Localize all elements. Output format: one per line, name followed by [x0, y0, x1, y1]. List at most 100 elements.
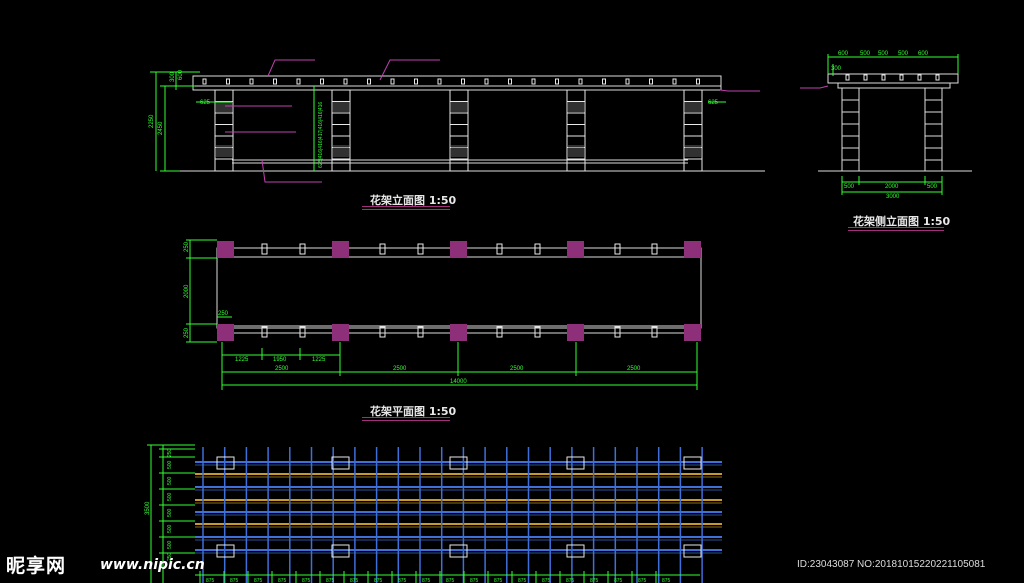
front-rafter-ends	[202, 78, 700, 85]
roof-bottom-dim-label: 875	[470, 578, 479, 583]
front-dim-625: 625	[200, 100, 211, 106]
side-top-dim-4: 500	[898, 51, 909, 57]
front-dim-2250: 2250	[149, 114, 155, 128]
roof-bottom-dim-label: 875	[254, 578, 263, 583]
side-bottom-total: 3000	[886, 194, 900, 200]
roof-left-dim-label: 500	[167, 524, 173, 533]
plan-rafter-slot	[496, 243, 503, 255]
roof-bottom-dim-label: 875	[422, 578, 431, 583]
front-title-underline-2	[362, 209, 450, 210]
side-rafter-end	[845, 74, 850, 81]
side-bottom-dim-2: 2000	[885, 184, 899, 190]
plan-column	[450, 241, 467, 258]
roof-bottom-dims: 875 875 875 875 875 875 875 875 875 875 875 875 875 8…	[199, 571, 671, 583]
front-pillar	[683, 89, 703, 172]
roof-bottom-dim-label: 875	[590, 578, 599, 583]
front-rafter-end	[249, 78, 254, 85]
side-top-dim-3: 500	[878, 51, 889, 57]
front-rafter-end	[484, 78, 489, 85]
front-rafter-end	[649, 78, 653, 85]
front-rafter-end	[696, 78, 700, 85]
front-pillar	[449, 89, 469, 172]
front-rafter-end	[625, 78, 630, 85]
front-dim-pillar-stack: 625|416|416|417|416|416|416	[318, 102, 324, 168]
front-rafter-end	[296, 78, 301, 85]
front-dim-300: 300	[170, 71, 176, 82]
front-pillar	[566, 89, 586, 172]
side-top-dim-1: 600	[838, 51, 849, 57]
front-rafter-end	[531, 78, 536, 85]
plan-span-dim-2: 2500	[393, 366, 407, 372]
front-pillar	[331, 89, 351, 172]
roof-left-dim-label: 500	[167, 492, 173, 501]
side-top-dim-5: 600	[918, 51, 929, 57]
roof-bottom-dim-label: 875	[494, 578, 503, 583]
front-rafter-end	[273, 78, 277, 85]
roof-bottom-dim-label: 875	[206, 578, 215, 583]
roof-bottom-dim-label: 875	[638, 578, 647, 583]
side-rafter-end	[917, 74, 922, 81]
roof-left-dim-label: 500	[167, 540, 173, 549]
roof-left-dim-label: 500	[167, 476, 173, 485]
roof-bottom-dim-label: 875	[350, 578, 359, 583]
roof-bottom-dim-label: 875	[302, 578, 311, 583]
plan-bottom-dim-3: 1225	[312, 357, 326, 363]
side-elevation: 600 500 500 500 600 300 500 2000 500 300…	[800, 51, 972, 200]
front-rafter-end	[414, 78, 418, 85]
roof-bottom-dim-label: 875	[374, 578, 383, 583]
plan-column	[332, 241, 349, 258]
plan-rafter-slot	[534, 243, 541, 255]
side-title-underline	[848, 227, 944, 228]
front-rafter-end	[508, 78, 512, 85]
plan-column	[450, 324, 467, 341]
watermark-url[interactable]: www.nipic.cn	[100, 557, 205, 573]
roof-bottom-dim-label: 875	[230, 578, 239, 583]
side-left-dim: 300	[831, 66, 842, 72]
front-dim-600: 600	[178, 69, 184, 80]
side-pillar-left	[841, 87, 860, 172]
plan-title-underline	[362, 417, 450, 418]
front-dim-right-625: 625	[708, 100, 719, 106]
front-rafter-end	[202, 78, 207, 85]
roof-bottom-dim-label: 875	[542, 578, 551, 583]
plan-column	[332, 324, 349, 341]
roof-left-dim-label: 500	[167, 460, 173, 469]
plan-rafter-slot	[261, 243, 268, 255]
side-bottom-dim-3: 500	[927, 184, 938, 190]
front-rafter-end	[555, 78, 559, 85]
side-rafter-ends	[845, 74, 940, 81]
front-rafter-end	[343, 78, 348, 85]
side-pillar-right	[924, 87, 943, 172]
plan-bottom-dim-1: 1225	[235, 357, 249, 363]
plan-view: 250 2000 250 250 1225 1950 1225 2500 250…	[184, 239, 702, 390]
plan-column	[684, 324, 701, 341]
front-rafter-end	[437, 78, 442, 85]
plan-span-dim-3: 2500	[510, 366, 524, 372]
plan-span-dim-4: 2500	[627, 366, 641, 372]
side-rafter-end	[899, 74, 904, 81]
roof-grid-lines	[195, 447, 722, 583]
side-rafter-end	[863, 74, 868, 81]
front-title-underline	[362, 206, 450, 207]
roof-left-total: 3500	[145, 501, 151, 515]
plan-title-underline-2	[362, 420, 450, 421]
roof-bottom-dim-label: 875	[398, 578, 407, 583]
front-dim-2450: 2450	[158, 121, 164, 135]
roof-bottom-dim-label: 875	[326, 578, 335, 583]
plan-rafter-slot	[379, 243, 386, 255]
watermark-logo: 昵享网	[6, 555, 67, 577]
plan-offset-dim: 250	[218, 311, 229, 317]
plan-left-dim-2: 2000	[184, 284, 190, 298]
roof-bottom-dim-label: 875	[518, 578, 527, 583]
roof-bottom-dim-label: 875	[614, 578, 623, 583]
plan-column	[567, 241, 584, 258]
plan-rafter-slot	[651, 243, 658, 255]
plan-rafter-slot	[417, 243, 424, 255]
plan-bottom-dim-2: 1950	[273, 357, 287, 363]
front-pillars	[214, 89, 703, 172]
plan-column	[217, 324, 234, 341]
side-top-dim-2: 500	[860, 51, 871, 57]
front-rafter-end	[672, 78, 677, 85]
roof-left-dim-label: 500	[167, 508, 173, 517]
roof-framing-plan: 250500500500500500500250 3500 875 875 875 8…	[145, 444, 722, 583]
